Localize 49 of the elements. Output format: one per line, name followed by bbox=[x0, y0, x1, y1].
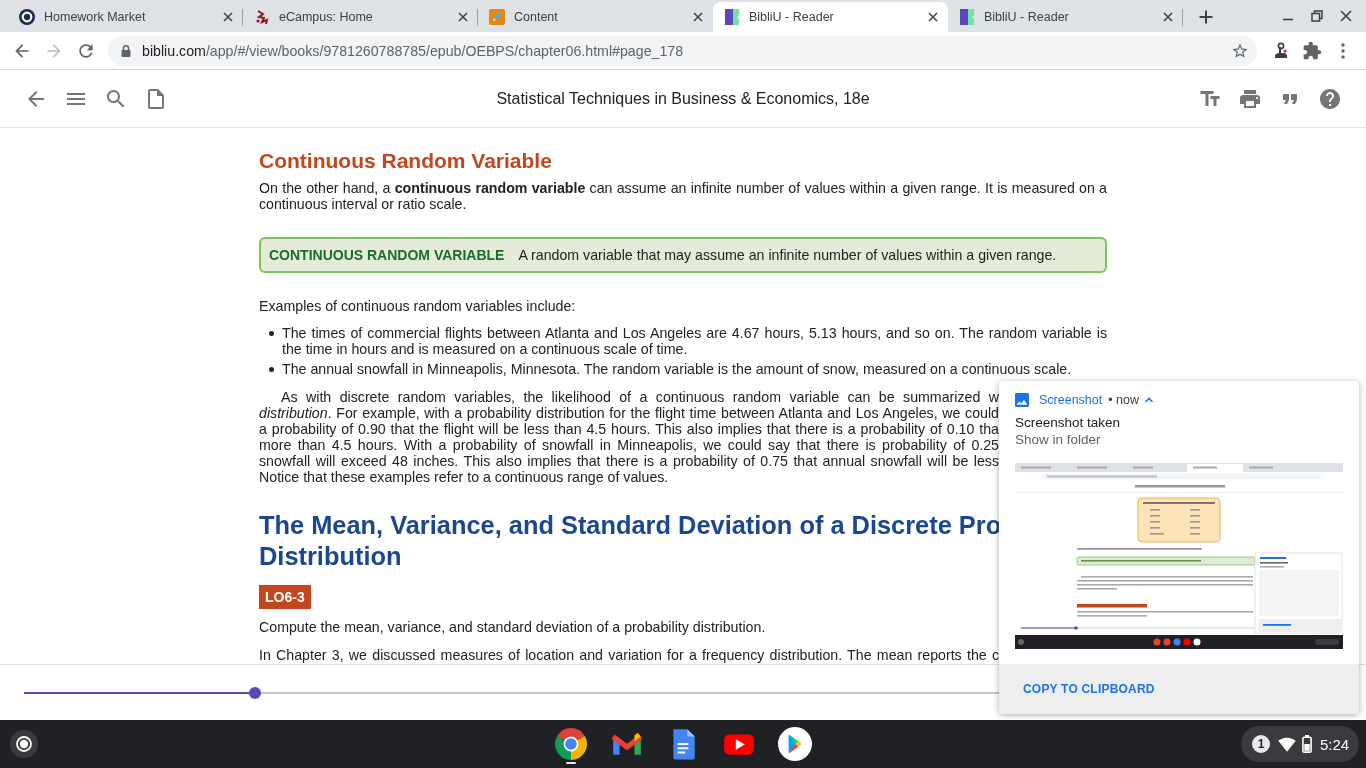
notification-time: • now bbox=[1108, 393, 1139, 407]
scribble-logo-icon bbox=[254, 9, 270, 25]
new-tab-icon[interactable] bbox=[1198, 9, 1214, 25]
app-name: Screenshot bbox=[1039, 393, 1103, 407]
browser-tab[interactable]: Homework Market bbox=[8, 2, 243, 32]
book-title: Statistical Techniques in Business & Economics, 18e bbox=[496, 89, 870, 108]
browser-tab[interactable]: eCampus: Home bbox=[243, 2, 478, 32]
bullet-icon bbox=[269, 367, 274, 372]
paragraph: In Chapter 3, we discussed measures of location and variation for a frequency distribution. The mean reports the c bbox=[259, 647, 999, 663]
lock-icon bbox=[120, 43, 132, 58]
paragraph: Examples of continuous random variables include: bbox=[259, 298, 576, 314]
wifi-icon bbox=[1278, 736, 1296, 752]
caret-icon[interactable] bbox=[1144, 395, 1154, 405]
status-area[interactable]: 1 5:24 bbox=[1241, 726, 1359, 762]
book-logo-icon bbox=[724, 9, 740, 25]
puzzle-icon[interactable] bbox=[1302, 40, 1322, 61]
close-icon[interactable] bbox=[1339, 9, 1353, 23]
browser-tab[interactable]: BibliU - Reader bbox=[713, 2, 948, 32]
objective-label: LO6-3 bbox=[259, 585, 311, 609]
browser-tab[interactable]: Content bbox=[478, 2, 713, 32]
chapter-heading: The Mean, Variance, and Standard Deviation of a Discrete Pro Distribution bbox=[259, 510, 1002, 572]
paragraph: As with discrete random variables, the likelihood of a continuous random variable can be summarized w distribution. For example, with a probability distribution for the flight time between Atlanta and Los Angeles, we could a probability of 0.90 that the flight will be less than 4.5 hours. This also implies that there is a probability of 0.10 tha more than 4.5 hours. With a probability of snowfall in Minneapolis, we could say that there is probability of 0.25 snowfall will exceed 48 inches. This also implies that there is a probability of 0.75 that annual snowfall will be less Notice that these examples refer to a continuous range of values. bbox=[259, 389, 999, 485]
image-icon bbox=[1015, 393, 1029, 407]
book-logo-icon bbox=[959, 9, 975, 25]
paragraph: On the other hand, a continuous random variable can assume an infinite number of values within a given range. It is measured on a continuous interval or ratio scale. bbox=[259, 180, 1107, 212]
notification-title: Screenshot taken bbox=[1015, 415, 1121, 431]
definition-text: A random variable that may assume an infinite number of values within a given range. bbox=[518, 247, 1057, 263]
notification-count: 1 bbox=[1252, 735, 1270, 753]
launcher-icon[interactable] bbox=[10, 730, 38, 758]
battery-icon bbox=[1302, 735, 1312, 753]
address-bar[interactable]: bibliu.com/app/#/view/books/9781260788785/epub/OEBPS/chapter06.html#page_178 bbox=[108, 35, 1257, 66]
bullet-icon bbox=[269, 331, 274, 336]
browser-tab[interactable]: BibliU - Reader bbox=[948, 2, 1183, 32]
store-app-icon bbox=[778, 727, 812, 761]
pencil-icon bbox=[489, 9, 505, 25]
definition-term: CONTINUOUS RANDOM VARIABLE bbox=[269, 247, 505, 263]
ring-logo-icon bbox=[19, 9, 35, 25]
paragraph: Compute the mean, variance, and standard deviation of a probability distribution. bbox=[259, 619, 766, 635]
screenshot-preview-drawing[interactable] bbox=[1015, 463, 1343, 649]
slider-thumb[interactable] bbox=[248, 686, 261, 699]
list-item-text: The times of commercial flights between Atlanta and Los Angeles are 4.67 hours, 5.13 hours, and so on. The random variable is the time in hours and is measured on a continuous scale of time. bbox=[282, 325, 1107, 357]
browser-app-icon bbox=[554, 727, 588, 761]
section-heading: Continuous Random Variable bbox=[259, 149, 552, 173]
show-in-folder-link[interactable]: Show in folder bbox=[1015, 432, 1101, 448]
clock-time: 5:24 bbox=[1320, 735, 1350, 753]
copy-to-clipboard-button[interactable]: COPY TO CLIPBOARD bbox=[1023, 682, 1155, 696]
restore-icon[interactable] bbox=[1310, 9, 1324, 23]
help-icon[interactable] bbox=[1318, 86, 1342, 111]
list-item-text: The annual snowfall in Minneapolis, Minnesota. The random variable is the amount of snow, measured on a continuous scale. bbox=[282, 361, 1073, 377]
